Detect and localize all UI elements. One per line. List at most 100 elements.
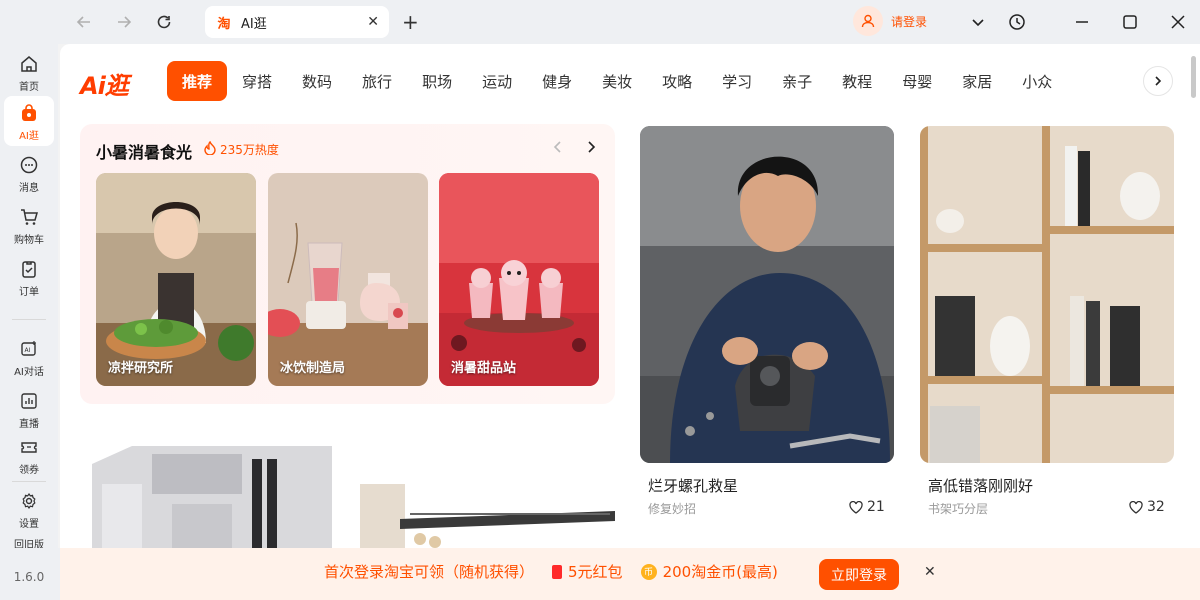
sidebar-item-live[interactable]: 直播 [4,390,54,430]
sidebar-item-label: 直播 [19,419,39,430]
chevron-down-icon[interactable] [966,10,990,34]
login-button[interactable]: 请登录 [853,6,927,36]
login-now-button[interactable]: 立即登录 [819,559,899,590]
promo-text-redpacket: 5元红包 [568,563,623,581]
sidebar-item-label: 消息 [19,183,39,194]
chevron-right-icon [588,141,596,153]
topic-card-drinks[interactable]: 冰饮制造局 [268,173,428,386]
sidebar-divider [12,481,46,482]
sidebar-item-coupons[interactable]: 领券 [4,436,54,476]
tab-tutorial[interactable]: 教程 [827,61,887,101]
motherboard-photo [92,444,337,554]
topic-card-salad[interactable]: 凉拌研究所 [96,173,256,386]
maximize-icon[interactable] [1118,10,1142,34]
chat-icon [18,154,40,176]
feed-title[interactable]: 烂牙螺孔救星 [648,475,738,496]
promo-text-main: 首次登录淘宝可领（随机获得） [324,563,535,581]
tab-digital[interactable]: 数码 [287,61,347,101]
coin-icon: 币 [640,563,657,580]
sidebar-item-settings[interactable]: 设置 [4,490,54,530]
close-tab-icon[interactable]: ✕ [367,14,379,30]
topic-card-desserts[interactable]: 消暑甜品站 [439,173,599,386]
topic-card-label: 凉拌研究所 [108,361,174,376]
sidebar-item-ai-chat[interactable]: AI AI对话 [4,338,54,378]
forward-icon[interactable] [112,10,136,34]
like-count: 21 [867,499,885,515]
feed-card-photo[interactable] [920,126,1174,463]
tab-travel[interactable]: 旅行 [347,61,407,101]
feed-subtitle: 书架巧分层 [928,502,989,516]
sidebar-item-orders[interactable]: 订单 [4,258,54,304]
topic-heat: 235万热度 [204,140,279,158]
user-icon [853,6,883,36]
feed-card-photo[interactable] [640,126,894,463]
tab-title: AI逛 [241,16,267,32]
feed-subtitle: 修复妙招 [648,502,697,516]
tab-parenting[interactable]: 亲子 [767,61,827,101]
sidebar-item-label: AI对话 [14,367,44,378]
repair-photo [640,126,894,463]
topic-next-button[interactable] [585,139,597,158]
like-button[interactable]: 21 [849,499,885,515]
settings-icon [18,490,40,512]
tab-home[interactable]: 家居 [947,61,1007,101]
close-banner-icon[interactable]: ✕ [924,564,936,580]
feed-card-rack[interactable] [360,484,615,554]
salad-photo [96,173,256,386]
sidebar-item-home[interactable]: 首页 [4,50,54,96]
sidebar-item-label: 领券 [19,465,39,476]
live-icon [18,390,40,412]
history-icon[interactable] [1005,10,1029,34]
brand-logo: Ai逛 [80,72,129,100]
topic-prev-button[interactable] [552,139,564,158]
red-packet-icon [552,564,563,579]
sidebar-item-cart[interactable]: 购物车 [4,206,54,252]
bag-icon [18,102,40,124]
sidebar-item-label: 购物车 [14,235,44,246]
reload-icon[interactable] [152,10,176,34]
login-promo-banner: 1.6.0 首次登录淘宝可领（随机获得） 5元红包 币 200淘金币(最高) 立… [0,548,1200,600]
feed-card-motherboard[interactable] [92,444,337,554]
sidebar-item-ai[interactable]: AI逛 [4,96,54,146]
tab-sports[interactable]: 运动 [467,61,527,101]
scrollbar[interactable] [1191,56,1196,98]
tab-outfit[interactable]: 穿搭 [227,61,287,101]
back-icon[interactable] [72,10,96,34]
minimize-icon[interactable] [1070,10,1094,34]
browser-tab[interactable]: 淘 AI逛 ✕ [205,6,389,38]
tab-recommend[interactable]: 推荐 [167,61,228,101]
heart-icon [849,500,863,514]
tab-maternity[interactable]: 母婴 [887,61,947,101]
drinks-photo [268,173,428,386]
category-nav: 推荐 穿搭 数码 旅行 职场 运动 健身 美妆 攻略 学习 亲子 教程 母婴 家… [167,61,1067,101]
window-close-icon[interactable] [1166,10,1190,34]
tab-fitness[interactable]: 健身 [527,61,587,101]
tab-niche[interactable]: 小众 [1007,61,1067,101]
topic-card: 小暑消暑食光 235万热度 凉拌研究所 冰饮制造局 消暑甜品站 [80,124,615,404]
main-content: Ai逛 推荐 穿搭 数码 旅行 职场 运动 健身 美妆 攻略 学习 亲子 教程 … [60,44,1200,600]
promo-text-coins: 200淘金币(最高) [662,563,778,581]
coupon-icon [18,436,40,458]
promo-text: 首次登录淘宝可领（随机获得） 5元红包 币 200淘金币(最高) [324,561,778,582]
rack-photo [360,484,615,554]
tab-workplace[interactable]: 职场 [407,61,467,101]
app-version: 1.6.0 [13,570,45,584]
topic-card-label: 消暑甜品站 [451,361,517,376]
bookshelf-photo [920,126,1174,463]
new-tab-icon[interactable]: + [402,10,419,34]
tab-study[interactable]: 学习 [707,61,767,101]
order-icon [18,258,40,280]
tab-beauty[interactable]: 美妆 [587,61,647,101]
sidebar-item-messages[interactable]: 消息 [4,154,54,200]
like-button[interactable]: 32 [1129,499,1165,515]
login-label: 请登录 [891,14,928,29]
sidebar-item-label: 首页 [19,82,39,93]
feed-title[interactable]: 高低错落刚刚好 [928,475,1033,496]
chevron-left-icon [553,141,561,153]
sidebar: 首页 AI逛 消息 购物车 订单 AI AI对话 直播 领券 设置 回旧版 [0,44,58,600]
category-next-button[interactable] [1143,66,1173,96]
tab-guides[interactable]: 攻略 [647,61,707,101]
topic-card-label: 冰饮制造局 [280,361,346,376]
desserts-photo [439,173,599,386]
chevron-right-icon [1155,76,1162,86]
